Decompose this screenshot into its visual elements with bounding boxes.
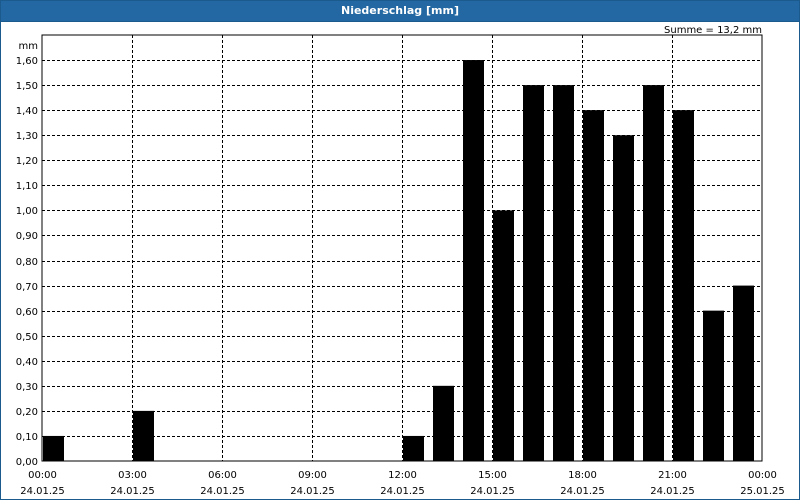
y-tick-label: 1,00 bbox=[16, 206, 38, 217]
bars bbox=[43, 60, 754, 462]
x-tick-time: 00:00 bbox=[748, 470, 777, 481]
y-tick-label: 1,60 bbox=[16, 56, 38, 67]
bar-14:00 bbox=[463, 60, 484, 461]
y-tick-label: 0,70 bbox=[16, 282, 38, 293]
y-tick-label: 1,50 bbox=[16, 81, 38, 92]
x-tick-time: 06:00 bbox=[208, 470, 237, 481]
precipitation-chart: 0,00 0,10 0,20 0,30 0,40 0,50 0,60 0,70 0,80 0,90… bbox=[16, 25, 785, 497]
y-tick-label: 0,40 bbox=[16, 357, 38, 368]
x-tick-date: 24.01.25 bbox=[470, 486, 515, 497]
y-tick-label: 1,40 bbox=[16, 106, 38, 117]
x-tick-date: 25.01.25 bbox=[740, 486, 785, 497]
bar-23:00 bbox=[733, 285, 754, 461]
sum-annotation: Summe = 13,2 mm bbox=[664, 25, 762, 36]
bar-22:00 bbox=[703, 310, 724, 461]
y-tick-label: 1,30 bbox=[16, 131, 38, 142]
x-tick-time: 09:00 bbox=[298, 470, 327, 481]
bar-13:00 bbox=[433, 385, 454, 461]
y-tick-label: 0,50 bbox=[16, 332, 38, 343]
x-tick-time: 21:00 bbox=[658, 470, 687, 481]
x-tick-time: 18:00 bbox=[568, 470, 597, 481]
bar-16:00 bbox=[523, 85, 544, 461]
y-tick-label: 0,60 bbox=[16, 307, 38, 318]
x-tick-time: 03:00 bbox=[118, 470, 147, 481]
y-tick-label: 0,10 bbox=[16, 432, 38, 443]
y-tick-label: 0,00 bbox=[16, 457, 38, 468]
y-tick-label: 0,90 bbox=[16, 231, 38, 242]
bar-00:00 bbox=[43, 435, 64, 461]
bar-21:00 bbox=[673, 110, 694, 462]
bar-19:00 bbox=[613, 135, 634, 461]
x-tick-time: 15:00 bbox=[478, 470, 507, 481]
y-tick-label: 1,10 bbox=[16, 181, 38, 192]
y-tick-label: 0,80 bbox=[16, 257, 38, 268]
y-tick-label: 0,30 bbox=[16, 382, 38, 393]
x-tick-date: 24.01.25 bbox=[650, 486, 695, 497]
bar-15:00 bbox=[493, 210, 514, 461]
x-tick-date: 24.01.25 bbox=[110, 486, 155, 497]
x-tick-time: 00:00 bbox=[28, 470, 57, 481]
y-tick-label: 1,20 bbox=[16, 156, 38, 167]
x-tick-date: 24.01.25 bbox=[380, 486, 425, 497]
x-tick-date: 24.01.25 bbox=[20, 486, 65, 497]
x-tick-date: 24.01.25 bbox=[560, 486, 605, 497]
x-tick-date: 24.01.25 bbox=[290, 486, 335, 497]
x-tick-date: 24.01.25 bbox=[200, 486, 245, 497]
bar-17:00 bbox=[553, 85, 574, 461]
bar-03:00 bbox=[133, 410, 154, 461]
x-tick-time: 12:00 bbox=[388, 470, 417, 481]
y-tick-label: 0,20 bbox=[16, 407, 38, 418]
bar-12:00 bbox=[403, 435, 424, 461]
bar-20:00 bbox=[643, 85, 664, 461]
y-axis-unit: mm bbox=[19, 41, 38, 52]
bar-18:00 bbox=[583, 110, 604, 462]
